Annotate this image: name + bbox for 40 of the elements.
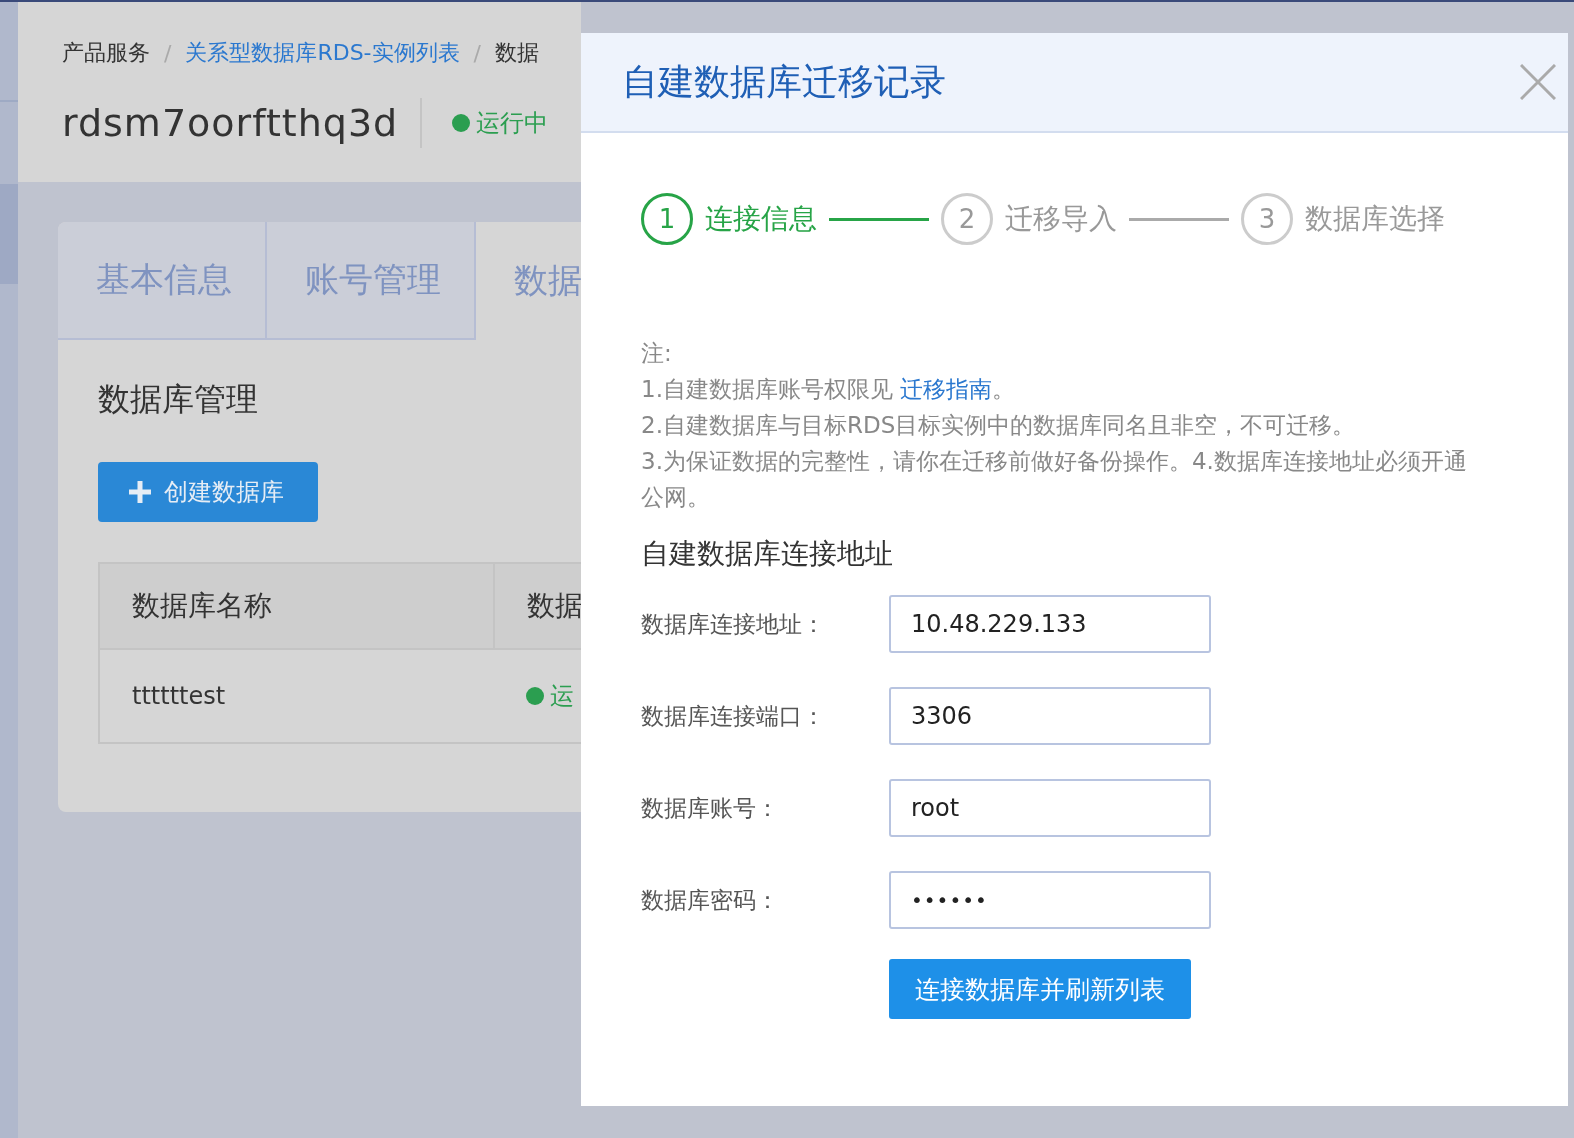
status-text: 运 bbox=[550, 681, 574, 712]
section-title: 数据库管理 bbox=[98, 379, 259, 420]
tab[interactable]: 基本信息 bbox=[58, 222, 267, 340]
input-field[interactable]: root bbox=[889, 779, 1211, 837]
create-database-button[interactable]: 创建数据库 bbox=[98, 462, 318, 522]
breadcrumb-link[interactable]: 关系型数据库RDS-实例列表 bbox=[185, 38, 460, 68]
status-text: 运行中 bbox=[476, 108, 549, 139]
plus-icon bbox=[128, 480, 152, 504]
status-dot bbox=[452, 114, 471, 132]
field-label: 数据库密码： bbox=[641, 885, 780, 915]
guide-link[interactable]: 迁移指南 bbox=[900, 376, 993, 402]
breadcrumb-item: 产品服务 bbox=[62, 39, 150, 67]
step-number: 3 bbox=[1241, 193, 1293, 245]
password-field[interactable]: •••••• bbox=[889, 871, 1211, 929]
input-field[interactable]: 3306 bbox=[889, 687, 1211, 745]
connect-button[interactable]: 连接数据库并刷新列表 bbox=[889, 959, 1191, 1019]
instance-name: rdsm7oorftthq3d bbox=[62, 98, 423, 148]
close-button[interactable] bbox=[1520, 64, 1556, 100]
step-number: 1 bbox=[641, 193, 693, 245]
field-label: 数据库连接端口： bbox=[641, 701, 826, 731]
table-cell: ttttttest bbox=[99, 649, 494, 743]
breadcrumb-item: 数据 bbox=[495, 39, 539, 67]
input-field[interactable]: 10.48.229.133 bbox=[889, 595, 1211, 653]
step-label: 迁移导入 bbox=[1005, 201, 1117, 237]
note-heading: 注: bbox=[641, 339, 673, 368]
breadcrumb-separator: / bbox=[473, 40, 481, 66]
note-text: 3.为保证数据的完整性，请你在迁移前做好备份操作。4.数据库连接地址必须开通公网。 bbox=[641, 447, 1468, 512]
dialog-title: 自建数据库迁移记录 bbox=[622, 59, 946, 104]
breadcrumb-separator: / bbox=[164, 40, 172, 66]
step-label: 数据库选择 bbox=[1305, 201, 1445, 237]
field-label: 数据库账号： bbox=[641, 793, 780, 823]
tab[interactable]: 账号管理 bbox=[267, 222, 476, 340]
step-label: 连接信息 bbox=[705, 201, 817, 237]
note-text: 2.自建数据库与目标RDS目标实例中的数据库同名且非空，不可迁移。 bbox=[641, 411, 1357, 440]
status-dot bbox=[526, 687, 544, 705]
form-title: 自建数据库连接地址 bbox=[641, 536, 894, 572]
field-label: 数据库连接地址： bbox=[641, 609, 826, 639]
step-number: 2 bbox=[941, 193, 993, 245]
note-text: 1.自建数据库账号权限见 迁移指南。 bbox=[641, 375, 1017, 404]
column-header: 数据库名称 bbox=[99, 563, 494, 649]
